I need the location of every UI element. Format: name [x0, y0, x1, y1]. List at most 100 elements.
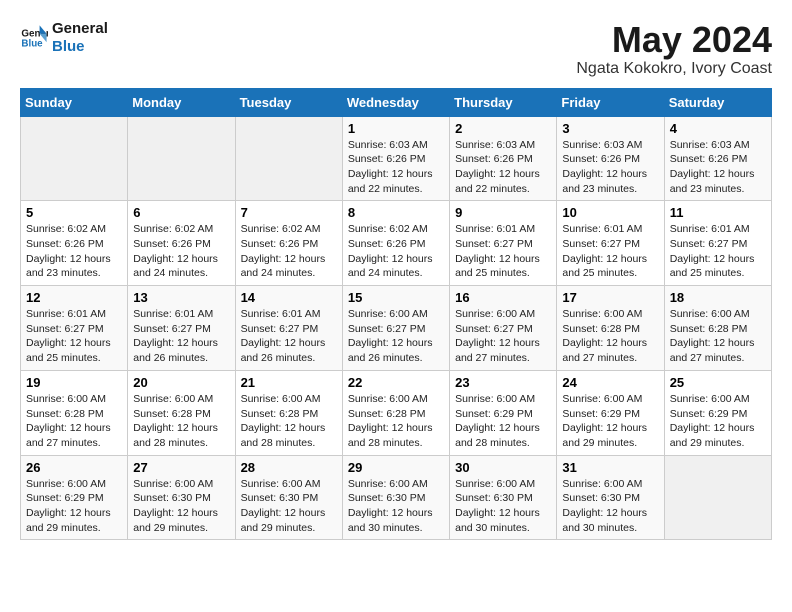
day-number: 1	[348, 121, 444, 136]
day-info: Sunrise: 6:03 AMSunset: 6:26 PMDaylight:…	[455, 138, 551, 197]
calendar-day	[664, 455, 771, 540]
day-info: Sunrise: 6:00 AMSunset: 6:30 PMDaylight:…	[241, 477, 337, 536]
header-row: SundayMondayTuesdayWednesdayThursdayFrid…	[21, 88, 772, 116]
calendar-day: 27 Sunrise: 6:00 AMSunset: 6:30 PMDayligh…	[128, 455, 235, 540]
day-info: Sunrise: 6:03 AMSunset: 6:26 PMDaylight:…	[348, 138, 444, 197]
calendar-week-5: 26 Sunrise: 6:00 AMSunset: 6:29 PMDayligh…	[21, 455, 772, 540]
calendar-day: 31 Sunrise: 6:00 AMSunset: 6:30 PMDayligh…	[557, 455, 664, 540]
day-info: Sunrise: 6:00 AMSunset: 6:30 PMDaylight:…	[455, 477, 551, 536]
calendar-week-1: 1 Sunrise: 6:03 AMSunset: 6:26 PMDaylight…	[21, 116, 772, 201]
day-number: 14	[241, 290, 337, 305]
day-number: 26	[26, 460, 122, 475]
day-number: 27	[133, 460, 229, 475]
day-number: 28	[241, 460, 337, 475]
day-info: Sunrise: 6:00 AMSunset: 6:30 PMDaylight:…	[133, 477, 229, 536]
day-info: Sunrise: 6:00 AMSunset: 6:30 PMDaylight:…	[348, 477, 444, 536]
day-info: Sunrise: 6:00 AMSunset: 6:28 PMDaylight:…	[348, 392, 444, 451]
day-header-saturday: Saturday	[664, 88, 771, 116]
day-info: Sunrise: 6:00 AMSunset: 6:28 PMDaylight:…	[562, 307, 658, 366]
day-info: Sunrise: 6:00 AMSunset: 6:28 PMDaylight:…	[133, 392, 229, 451]
day-info: Sunrise: 6:01 AMSunset: 6:27 PMDaylight:…	[26, 307, 122, 366]
logo: General Blue General Blue	[20, 20, 108, 56]
svg-text:Blue: Blue	[21, 38, 43, 49]
day-info: Sunrise: 6:02 AMSunset: 6:26 PMDaylight:…	[348, 222, 444, 281]
day-info: Sunrise: 6:02 AMSunset: 6:26 PMDaylight:…	[26, 222, 122, 281]
calendar-week-4: 19 Sunrise: 6:00 AMSunset: 6:28 PMDayligh…	[21, 370, 772, 455]
day-info: Sunrise: 6:01 AMSunset: 6:27 PMDaylight:…	[670, 222, 766, 281]
calendar-day: 2Sunrise: 6:03 AMSunset: 6:26 PMDaylight…	[450, 116, 557, 201]
day-info: Sunrise: 6:02 AMSunset: 6:26 PMDaylight:…	[241, 222, 337, 281]
title-area: May 2024 Ngata Kokokro, Ivory Coast	[576, 20, 772, 78]
day-number: 18	[670, 290, 766, 305]
calendar-day: 19 Sunrise: 6:00 AMSunset: 6:28 PMDayligh…	[21, 370, 128, 455]
calendar-day: 23 Sunrise: 6:00 AMSunset: 6:29 PMDayligh…	[450, 370, 557, 455]
day-number: 22	[348, 375, 444, 390]
day-info: Sunrise: 6:01 AMSunset: 6:27 PMDaylight:…	[241, 307, 337, 366]
day-number: 13	[133, 290, 229, 305]
day-number: 10	[562, 205, 658, 220]
calendar-day: 4Sunrise: 6:03 AMSunset: 6:26 PMDaylight…	[664, 116, 771, 201]
day-info: Sunrise: 6:01 AMSunset: 6:27 PMDaylight:…	[562, 222, 658, 281]
day-number: 25	[670, 375, 766, 390]
day-header-wednesday: Wednesday	[342, 88, 449, 116]
calendar-day: 8 Sunrise: 6:02 AMSunset: 6:26 PMDaylight…	[342, 201, 449, 286]
calendar-table: SundayMondayTuesdayWednesdayThursdayFrid…	[20, 88, 772, 541]
calendar-day: 7Sunrise: 6:02 AMSunset: 6:26 PMDaylight…	[235, 201, 342, 286]
calendar-day: 5 Sunrise: 6:02 AMSunset: 6:26 PMDaylight…	[21, 201, 128, 286]
day-header-sunday: Sunday	[21, 88, 128, 116]
day-info: Sunrise: 6:00 AMSunset: 6:27 PMDaylight:…	[348, 307, 444, 366]
day-number: 15	[348, 290, 444, 305]
calendar-day	[21, 116, 128, 201]
calendar-day: 22 Sunrise: 6:00 AMSunset: 6:28 PMDayligh…	[342, 370, 449, 455]
calendar-day: 20 Sunrise: 6:00 AMSunset: 6:28 PMDayligh…	[128, 370, 235, 455]
calendar-day: 15 Sunrise: 6:00 AMSunset: 6:27 PMDayligh…	[342, 286, 449, 371]
calendar-day: 30 Sunrise: 6:00 AMSunset: 6:30 PMDayligh…	[450, 455, 557, 540]
calendar-day: 29Sunrise: 6:00 AMSunset: 6:30 PMDayligh…	[342, 455, 449, 540]
day-info: Sunrise: 6:01 AMSunset: 6:27 PMDaylight:…	[133, 307, 229, 366]
calendar-week-3: 12Sunrise: 6:01 AMSunset: 6:27 PMDayligh…	[21, 286, 772, 371]
calendar-day: 10 Sunrise: 6:01 AMSunset: 6:27 PMDayligh…	[557, 201, 664, 286]
calendar-header: SundayMondayTuesdayWednesdayThursdayFrid…	[21, 88, 772, 116]
day-info: Sunrise: 6:00 AMSunset: 6:28 PMDaylight:…	[26, 392, 122, 451]
calendar-day: 14 Sunrise: 6:01 AMSunset: 6:27 PMDayligh…	[235, 286, 342, 371]
calendar-day: 1 Sunrise: 6:03 AMSunset: 6:26 PMDaylight…	[342, 116, 449, 201]
day-header-monday: Monday	[128, 88, 235, 116]
calendar-day: 12Sunrise: 6:01 AMSunset: 6:27 PMDayligh…	[21, 286, 128, 371]
calendar-day: 28 Sunrise: 6:00 AMSunset: 6:30 PMDayligh…	[235, 455, 342, 540]
day-number: 21	[241, 375, 337, 390]
calendar-day: 3Sunrise: 6:03 AMSunset: 6:26 PMDaylight…	[557, 116, 664, 201]
day-info: Sunrise: 6:00 AMSunset: 6:30 PMDaylight:…	[562, 477, 658, 536]
day-number: 23	[455, 375, 551, 390]
page-header: General Blue General Blue May 2024 Ngata…	[20, 20, 772, 78]
day-header-tuesday: Tuesday	[235, 88, 342, 116]
day-header-thursday: Thursday	[450, 88, 557, 116]
calendar-day: 6Sunrise: 6:02 AMSunset: 6:26 PMDaylight…	[128, 201, 235, 286]
day-info: Sunrise: 6:00 AMSunset: 6:29 PMDaylight:…	[26, 477, 122, 536]
day-number: 24	[562, 375, 658, 390]
day-number: 8	[348, 205, 444, 220]
day-info: Sunrise: 6:00 AMSunset: 6:29 PMDaylight:…	[455, 392, 551, 451]
calendar-day: 25Sunrise: 6:00 AMSunset: 6:29 PMDayligh…	[664, 370, 771, 455]
calendar-day: 24 Sunrise: 6:00 AMSunset: 6:29 PMDayligh…	[557, 370, 664, 455]
logo-line2: Blue	[52, 38, 108, 56]
day-info: Sunrise: 6:00 AMSunset: 6:29 PMDaylight:…	[562, 392, 658, 451]
day-number: 17	[562, 290, 658, 305]
day-number: 30	[455, 460, 551, 475]
page-title: May 2024	[576, 20, 772, 60]
calendar-day: 13 Sunrise: 6:01 AMSunset: 6:27 PMDayligh…	[128, 286, 235, 371]
calendar-day: 16Sunrise: 6:00 AMSunset: 6:27 PMDayligh…	[450, 286, 557, 371]
day-header-friday: Friday	[557, 88, 664, 116]
calendar-week-2: 5 Sunrise: 6:02 AMSunset: 6:26 PMDaylight…	[21, 201, 772, 286]
logo-line1: General	[52, 20, 108, 38]
day-number: 19	[26, 375, 122, 390]
day-number: 31	[562, 460, 658, 475]
day-info: Sunrise: 6:03 AMSunset: 6:26 PMDaylight:…	[562, 138, 658, 197]
page-subtitle: Ngata Kokokro, Ivory Coast	[576, 60, 772, 78]
day-info: Sunrise: 6:00 AMSunset: 6:27 PMDaylight:…	[455, 307, 551, 366]
day-info: Sunrise: 6:03 AMSunset: 6:26 PMDaylight:…	[670, 138, 766, 197]
day-info: Sunrise: 6:00 AMSunset: 6:28 PMDaylight:…	[670, 307, 766, 366]
calendar-day: 9Sunrise: 6:01 AMSunset: 6:27 PMDaylight…	[450, 201, 557, 286]
day-number: 5	[26, 205, 122, 220]
day-number: 11	[670, 205, 766, 220]
day-number: 20	[133, 375, 229, 390]
